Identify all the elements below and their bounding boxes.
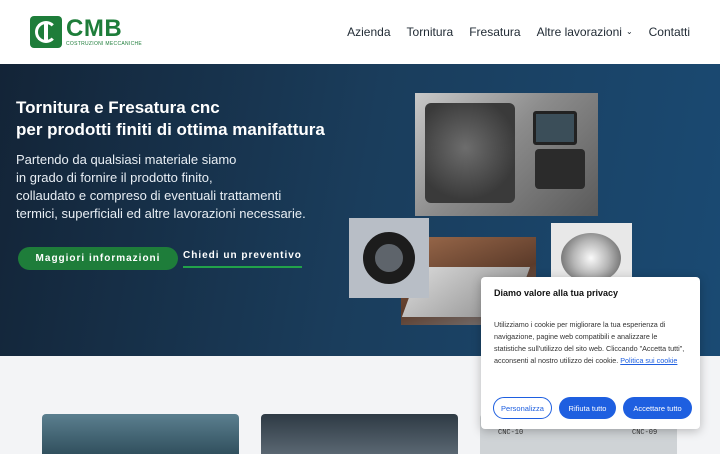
service-card-image[interactable] xyxy=(261,414,458,454)
cookie-banner: Diamo valore alla tua privacy Utilizziam… xyxy=(481,277,700,429)
nav-item-altre-lavorazioni[interactable]: Altre lavorazioni ⌄ xyxy=(537,25,633,39)
hero-title: Tornitura e Fresatura cnc per prodotti f… xyxy=(16,97,346,141)
logo-icon xyxy=(30,16,62,48)
request-quote-link[interactable]: Chiedi un preventivo xyxy=(183,250,302,268)
cookie-customize-button[interactable]: Personalizza xyxy=(493,397,552,419)
nav-item-altre-lavorazioni-label: Altre lavorazioni xyxy=(536,25,622,39)
hero-text-line: Partendo da qualsiasi materiale siamo xyxy=(16,152,237,167)
chevron-down-icon: ⌄ xyxy=(625,26,633,36)
machine-label: CNC-09 xyxy=(632,429,658,437)
cnc-machine-image xyxy=(415,93,598,216)
hero-title-line1: Tornitura e Fresatura cnc xyxy=(16,98,220,117)
hero-text-line: collaudato e compreso di eventuali tratt… xyxy=(16,188,282,203)
nav-item-azienda[interactable]: Azienda xyxy=(347,25,390,39)
cookie-text: Utilizziamo i cookie per migliorare la t… xyxy=(494,319,688,367)
nav-item-contatti[interactable]: Contatti xyxy=(649,25,690,39)
service-card-image[interactable] xyxy=(42,414,239,454)
cookie-title: Diamo valore alla tua privacy xyxy=(494,288,619,298)
main-nav: Azienda Tornitura Fresatura Altre lavora… xyxy=(347,25,690,39)
more-info-button[interactable]: Maggiori informazioni xyxy=(18,247,178,270)
nav-item-tornitura[interactable]: Tornitura xyxy=(407,25,454,39)
cookie-buttons: Personalizza Rifiuta tutto Accettare tut… xyxy=(493,397,692,419)
site-logo[interactable]: CMB COSTRUZIONI MECCANICHE xyxy=(30,16,142,48)
cookie-policy-link[interactable]: Politica sui cookie xyxy=(620,356,677,365)
logo-name: CMB xyxy=(66,14,123,42)
hero-title-line2: per prodotti finiti di ottima manifattur… xyxy=(16,120,325,139)
cookie-reject-button[interactable]: Rifiuta tutto xyxy=(559,397,616,419)
turned-ring-image xyxy=(349,218,429,298)
machine-label: CNC-10 xyxy=(498,429,524,437)
hero-description: Partendo da qualsiasi materiale siamo in… xyxy=(16,151,336,223)
hero-text-line: in grado di fornire il prodotto finito, xyxy=(16,170,213,185)
site-header: CMB COSTRUZIONI MECCANICHE Azienda Torni… xyxy=(0,0,720,64)
logo-subtitle: COSTRUZIONI MECCANICHE xyxy=(66,40,143,47)
nav-item-fresatura[interactable]: Fresatura xyxy=(469,25,520,39)
cookie-accept-button[interactable]: Accettare tutto xyxy=(623,397,692,419)
hero-text-line: termici, superficiali ed altre lavorazio… xyxy=(16,206,306,221)
